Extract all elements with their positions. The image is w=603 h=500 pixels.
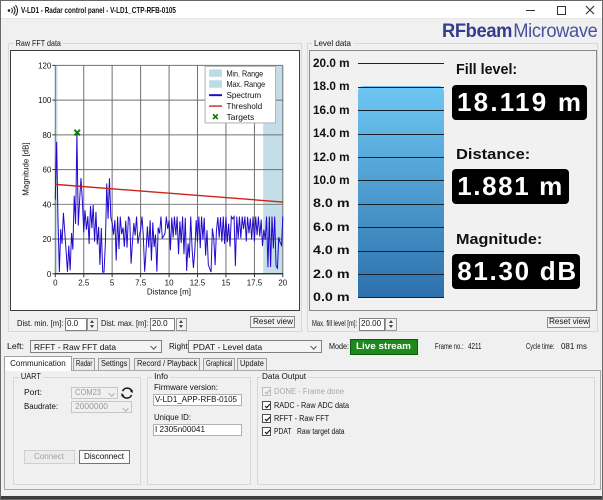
svg-text:12.5: 12.5 xyxy=(190,279,206,288)
svg-text:7.5: 7.5 xyxy=(135,279,147,288)
svg-text:5: 5 xyxy=(110,279,115,288)
svg-text:17.5: 17.5 xyxy=(247,279,263,288)
svg-text:60: 60 xyxy=(42,166,51,175)
svg-text:Min. Range: Min. Range xyxy=(226,69,263,78)
svg-text:0: 0 xyxy=(53,279,58,288)
svg-text:10: 10 xyxy=(165,279,174,288)
svg-text:0: 0 xyxy=(47,270,52,279)
svg-text:Distance [m]: Distance [m] xyxy=(147,288,191,297)
svg-text:120: 120 xyxy=(38,61,52,70)
svg-text:Spectrum: Spectrum xyxy=(226,91,261,100)
svg-text:80: 80 xyxy=(42,131,51,140)
svg-text:Targets: Targets xyxy=(226,113,254,122)
svg-text:2.5: 2.5 xyxy=(78,279,90,288)
svg-text:20: 20 xyxy=(278,279,287,288)
svg-text:Magnitude [dB]: Magnitude [dB] xyxy=(21,142,30,195)
svg-text:20: 20 xyxy=(42,235,51,244)
svg-text:100: 100 xyxy=(38,96,52,105)
svg-text:Max. Range: Max. Range xyxy=(226,80,265,89)
svg-text:40: 40 xyxy=(42,200,51,209)
svg-text:Threshold: Threshold xyxy=(226,102,262,111)
svg-text:15: 15 xyxy=(222,279,231,288)
